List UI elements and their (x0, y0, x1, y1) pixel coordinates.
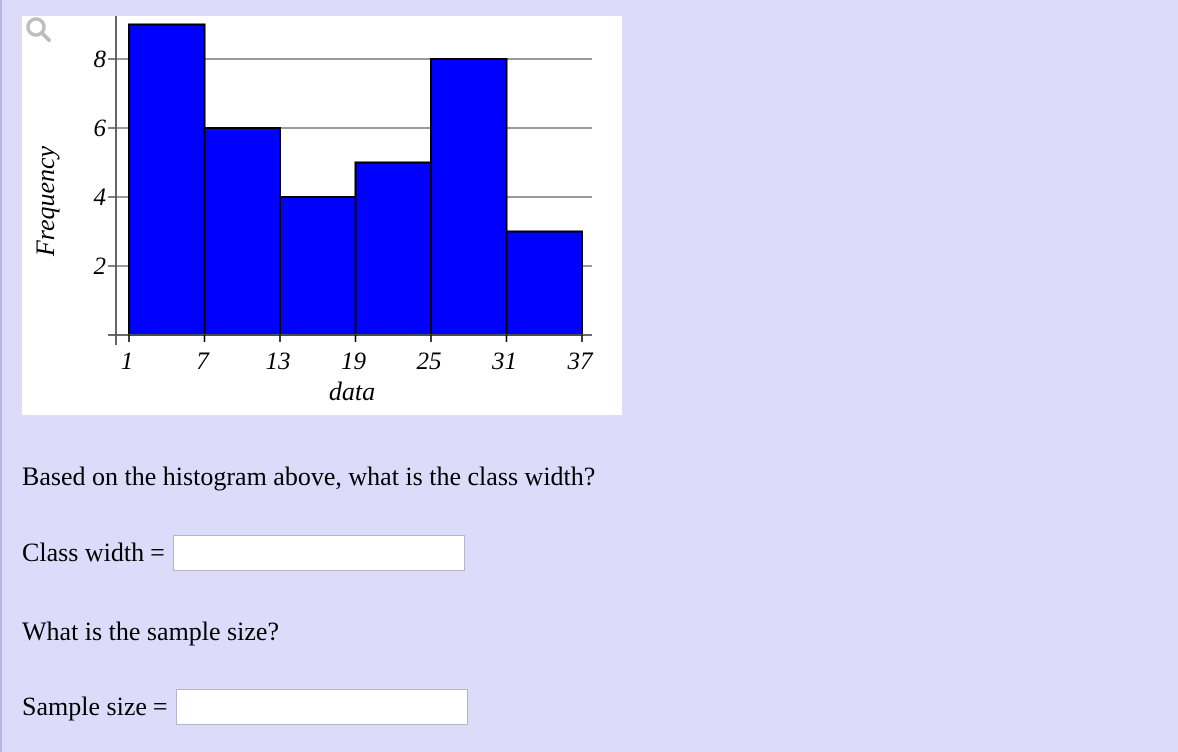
equals-sign: = (152, 692, 168, 721)
y-tick-label: 6 (94, 115, 107, 142)
histogram-bar (354, 161, 432, 336)
x-tick-label: 31 (491, 348, 517, 375)
x-axis-label: data (329, 377, 375, 406)
y-tick-label: 8 (94, 46, 107, 73)
histogram-panel: 2 4 6 8 1 7 13 19 25 31 37 Frequency data (22, 16, 622, 415)
class-width-input[interactable] (172, 535, 465, 571)
sample-size-label: Sample size (22, 692, 147, 721)
class-width-row: Class width = (22, 535, 465, 571)
sample-size-input[interactable] (175, 689, 468, 725)
x-tick-label: 25 (417, 348, 442, 375)
class-width-question: Based on the histogram above, what is th… (22, 462, 596, 491)
x-tick-label: 7 (196, 348, 210, 375)
histogram-bar (430, 58, 508, 336)
histogram-bar (505, 230, 583, 336)
histogram-bar (279, 196, 357, 336)
left-border (0, 0, 2, 752)
y-tick-label: 2 (94, 253, 107, 280)
y-axis-label: Frequency (31, 145, 60, 257)
x-tick-label: 1 (121, 348, 134, 375)
histogram-chart: 2 4 6 8 1 7 13 19 25 31 37 Frequency data (31, 16, 595, 406)
sample-size-row: Sample size = (22, 689, 468, 725)
bar-layer (128, 23, 583, 336)
x-tick-label: 13 (266, 348, 291, 375)
class-width-label: Class width (22, 538, 145, 567)
y-tick-label: 4 (94, 184, 107, 211)
histogram-bar (203, 127, 281, 336)
equals-sign: = (150, 538, 165, 567)
histogram-bar (128, 23, 206, 336)
magnifier-icon[interactable] (22, 16, 56, 42)
x-tick-label: 19 (341, 348, 367, 375)
x-tick-label: 37 (567, 348, 595, 375)
sample-size-question: What is the sample size? (22, 617, 280, 646)
